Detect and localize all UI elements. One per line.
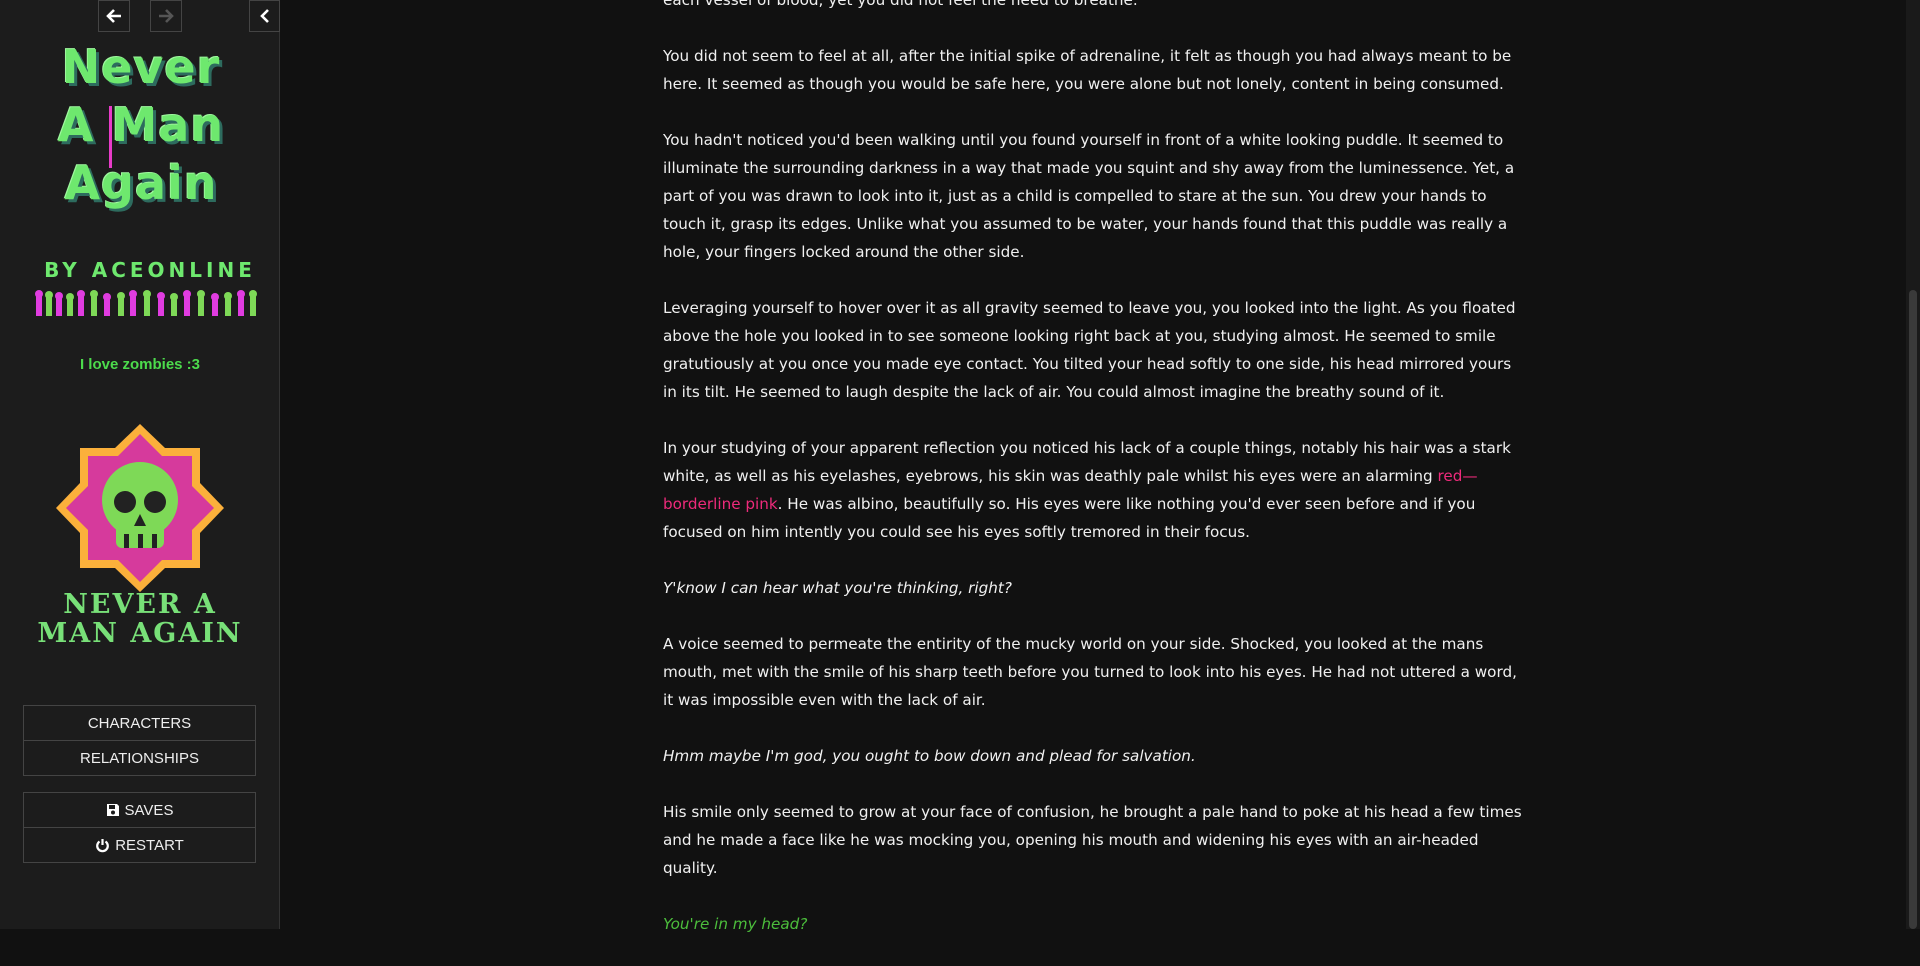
passage-text: In your studying of your apparent reflec… xyxy=(663,439,1511,485)
story-menu: CHARACTERS RELATIONSHIPS xyxy=(23,705,256,776)
passage-paragraph: You hadn't noticed you'd been walking un… xyxy=(663,131,1515,261)
passage-paragraph: In your studying of your apparent reflec… xyxy=(663,434,1525,546)
story-subtitle: I love zombies :3 xyxy=(79,356,201,373)
skull-badge-icon xyxy=(56,424,224,592)
arrow-right-icon xyxy=(159,9,174,23)
floppy-disk-icon xyxy=(106,804,119,816)
sidebar: Never A Man Again BY ACEONLINE I love zo… xyxy=(0,0,280,929)
title-line: Never xyxy=(61,40,221,94)
page-scrollbar[interactable] xyxy=(1906,0,1920,929)
chevron-left-icon xyxy=(259,9,269,23)
restart-label: RESTART xyxy=(115,836,184,854)
inner-voice-text: Y'know I can hear what you're thinking, … xyxy=(663,579,1012,597)
player-thought-text: You're in my head? xyxy=(663,915,808,933)
title-line: A Man xyxy=(57,98,225,152)
sidebar-collapse-button[interactable] xyxy=(249,0,280,32)
passage-paragraph: His smile only seemed to grow at your fa… xyxy=(663,803,1522,877)
passage-text: . He was albino, beautifully so. His eye… xyxy=(663,495,1476,541)
inner-voice-text: Hmm maybe I'm god, you ought to bow down… xyxy=(663,747,1196,765)
scrollbar-thumb[interactable] xyxy=(1909,290,1917,929)
characters-menu-item[interactable]: CHARACTERS xyxy=(24,706,255,740)
relationships-menu-item[interactable]: RELATIONSHIPS xyxy=(24,740,255,775)
story-passage: each vessel of blood, yet you did not fe… xyxy=(663,0,1525,966)
title-cursor-decoration xyxy=(109,106,112,168)
passage-paragraph: A voice seemed to permeate the entirity … xyxy=(663,635,1517,709)
saves-button[interactable]: SAVES xyxy=(24,793,255,827)
passage-paragraph: You did not seem to feel at all, after t… xyxy=(663,47,1512,93)
system-menu: SAVES RESTART xyxy=(23,792,256,863)
passage-paragraph: each vessel of blood, yet you did not fe… xyxy=(663,0,1138,9)
passage-paragraph: Hmm maybe I'm god, you ought to bow down… xyxy=(663,742,1525,770)
power-icon xyxy=(96,838,110,852)
story-author: BY ACEONLINE xyxy=(44,258,256,282)
arrow-left-icon xyxy=(106,9,121,23)
story-title: Never A Man Again xyxy=(36,38,246,212)
passage-paragraph: Leveraging yourself to hover over it as … xyxy=(663,299,1516,401)
history-back-button[interactable] xyxy=(98,0,130,32)
saves-label: SAVES xyxy=(124,801,174,819)
passage-paragraph: You're in my head? xyxy=(663,910,1525,938)
badge-title: NEVER A MAN AGAIN xyxy=(37,589,243,649)
passage-paragraph: Y'know I can hear what you're thinking, … xyxy=(663,574,1525,602)
restart-button[interactable]: RESTART xyxy=(24,827,255,862)
title-line: Again xyxy=(64,156,218,210)
history-forward-button[interactable] xyxy=(150,0,182,32)
zombie-crowd-banner xyxy=(35,290,257,316)
